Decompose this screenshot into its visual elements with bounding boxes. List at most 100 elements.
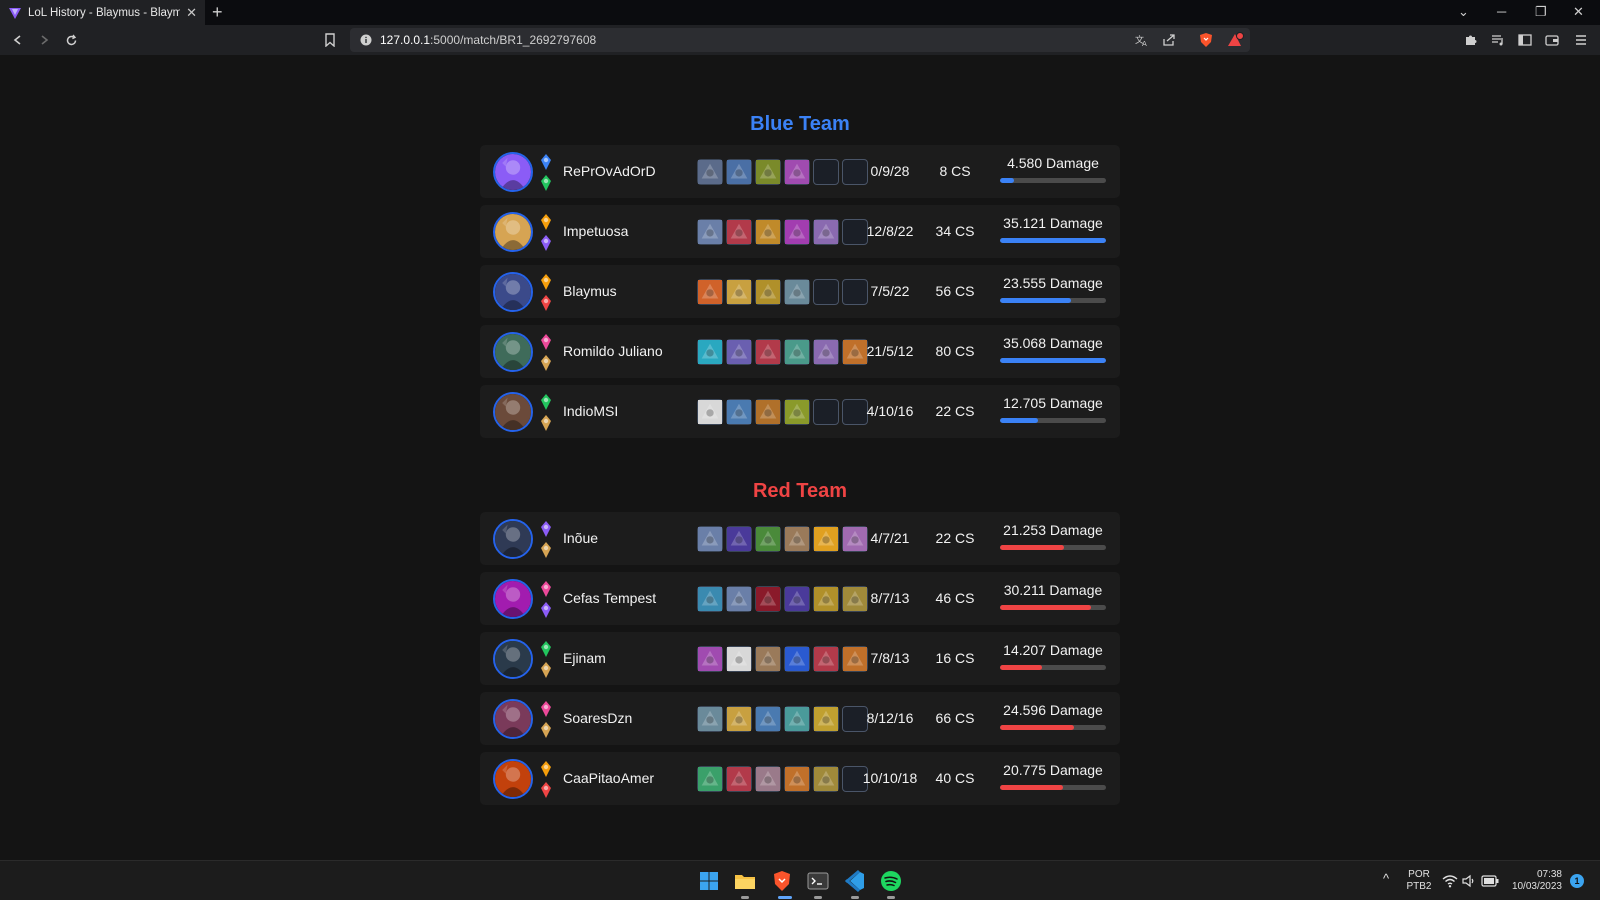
item-slot[interactable] — [726, 399, 752, 425]
menu-button[interactable] — [1572, 31, 1590, 49]
brave-shields-button[interactable] — [1197, 31, 1215, 49]
player-name[interactable]: RePrOvAdOrD — [563, 163, 656, 179]
terminal-button[interactable] — [806, 869, 830, 893]
player-name[interactable]: Romildo Juliano — [563, 343, 663, 359]
forward-button[interactable] — [34, 30, 54, 50]
item-slot[interactable] — [697, 159, 723, 185]
item-slot[interactable] — [755, 706, 781, 732]
notification-badge[interactable]: 1 — [1570, 874, 1584, 888]
player-row[interactable]: Inõue 4/7/21 22 CS 21.253 Damage — [480, 512, 1120, 565]
player-row[interactable]: RePrOvAdOrD 0/9/28 8 CS 4.580 Damage — [480, 145, 1120, 198]
item-slot[interactable] — [784, 706, 810, 732]
item-slot[interactable] — [813, 526, 839, 552]
item-slot[interactable] — [726, 706, 752, 732]
close-window-button[interactable]: ✕ — [1573, 3, 1584, 21]
player-row[interactable]: Ejinam 7/8/13 16 CS 14.207 Damage — [480, 632, 1120, 685]
player-name[interactable]: Cefas Tempest — [563, 590, 656, 606]
volume-icon[interactable] — [1462, 874, 1476, 888]
player-name[interactable]: Inõue — [563, 530, 598, 546]
item-slot[interactable] — [784, 586, 810, 612]
item-slot[interactable] — [697, 219, 723, 245]
item-slot[interactable] — [755, 646, 781, 672]
item-slot[interactable] — [726, 586, 752, 612]
item-slot[interactable] — [697, 279, 723, 305]
site-info-icon[interactable] — [360, 34, 372, 46]
item-slot[interactable] — [784, 766, 810, 792]
champion-portrait[interactable] — [493, 332, 533, 372]
item-slot[interactable] — [784, 646, 810, 672]
item-slot[interactable] — [726, 219, 752, 245]
brave-taskbar-button[interactable] — [770, 869, 794, 893]
tray-overflow-chevron-icon[interactable]: ^ — [1383, 872, 1389, 885]
browser-tab-active[interactable]: LoL History - Blaymus - Blaymus ✕ — [0, 0, 205, 25]
item-slot[interactable] — [813, 586, 839, 612]
item-slot[interactable] — [755, 159, 781, 185]
item-slot[interactable] — [726, 159, 752, 185]
sidebar-button[interactable] — [1516, 31, 1534, 49]
tab-list-icon[interactable]: ⌄ — [1458, 3, 1469, 21]
player-row[interactable]: Blaymus 7/5/22 56 CS 23.555 Damage — [480, 265, 1120, 318]
brave-rewards-button[interactable] — [1226, 31, 1244, 49]
item-slot[interactable] — [726, 526, 752, 552]
item-slot[interactable] — [755, 586, 781, 612]
new-tab-button[interactable]: + — [212, 2, 223, 22]
player-row[interactable]: IndioMSI 4/10/16 22 CS 12.705 Damage — [480, 385, 1120, 438]
player-name[interactable]: Blaymus — [563, 283, 617, 299]
champion-portrait[interactable] — [493, 392, 533, 432]
champion-portrait[interactable] — [493, 152, 533, 192]
tab-close-icon[interactable]: ✕ — [186, 5, 197, 21]
extensions-button[interactable] — [1462, 31, 1480, 49]
item-slot[interactable] — [697, 766, 723, 792]
item-slot[interactable] — [755, 766, 781, 792]
item-slot[interactable] — [784, 339, 810, 365]
item-slot[interactable] — [697, 586, 723, 612]
minimize-button[interactable]: ─ — [1497, 3, 1506, 21]
item-slot[interactable] — [697, 646, 723, 672]
champion-portrait[interactable] — [493, 639, 533, 679]
item-slot[interactable] — [813, 219, 839, 245]
item-slot[interactable] — [697, 399, 723, 425]
item-slot[interactable] — [784, 399, 810, 425]
champion-portrait[interactable] — [493, 272, 533, 312]
player-row[interactable]: Impetuosa 12/8/22 34 CS 35.121 Damage — [480, 205, 1120, 258]
language-indicator[interactable]: POR PTB2 — [1403, 869, 1435, 893]
item-slot[interactable] — [813, 339, 839, 365]
back-button[interactable] — [8, 30, 28, 50]
item-slot[interactable] — [784, 526, 810, 552]
item-slot[interactable] — [726, 339, 752, 365]
item-slot[interactable] — [697, 706, 723, 732]
vscode-button[interactable] — [843, 869, 867, 893]
champion-portrait[interactable] — [493, 212, 533, 252]
address-bar[interactable]: 127.0.0.1:5000/match/BR1_2692797608 — [350, 28, 1250, 52]
champion-portrait[interactable] — [493, 759, 533, 799]
item-slot[interactable] — [726, 646, 752, 672]
player-name[interactable]: Impetuosa — [563, 223, 628, 239]
share-button[interactable] — [1160, 31, 1178, 49]
player-row[interactable]: CaaPitaoAmer 10/10/18 40 CS 20.775 Damage — [480, 752, 1120, 805]
restore-button[interactable]: ❐ — [1535, 3, 1547, 21]
item-slot[interactable] — [813, 646, 839, 672]
item-slot[interactable] — [813, 706, 839, 732]
item-slot[interactable] — [755, 399, 781, 425]
player-row[interactable]: SoaresDzn 8/12/16 66 CS 24.596 Damage — [480, 692, 1120, 745]
file-explorer-button[interactable] — [733, 869, 757, 893]
champion-portrait[interactable] — [493, 519, 533, 559]
player-name[interactable]: CaaPitaoAmer — [563, 770, 654, 786]
item-slot[interactable] — [755, 279, 781, 305]
item-slot[interactable] — [813, 766, 839, 792]
player-row[interactable]: Cefas Tempest 8/7/13 46 CS 30.211 Damage — [480, 572, 1120, 625]
item-slot[interactable] — [697, 339, 723, 365]
player-name[interactable]: IndioMSI — [563, 403, 618, 419]
spotify-button[interactable] — [879, 869, 903, 893]
item-slot[interactable] — [726, 766, 752, 792]
item-slot[interactable] — [784, 219, 810, 245]
item-slot[interactable] — [726, 279, 752, 305]
player-name[interactable]: SoaresDzn — [563, 710, 632, 726]
item-slot[interactable] — [784, 159, 810, 185]
playlist-button[interactable] — [1489, 31, 1507, 49]
champion-portrait[interactable] — [493, 579, 533, 619]
battery-icon[interactable] — [1481, 875, 1499, 887]
item-slot[interactable] — [755, 219, 781, 245]
bookmark-button[interactable] — [320, 30, 340, 50]
wallet-button[interactable] — [1543, 31, 1561, 49]
